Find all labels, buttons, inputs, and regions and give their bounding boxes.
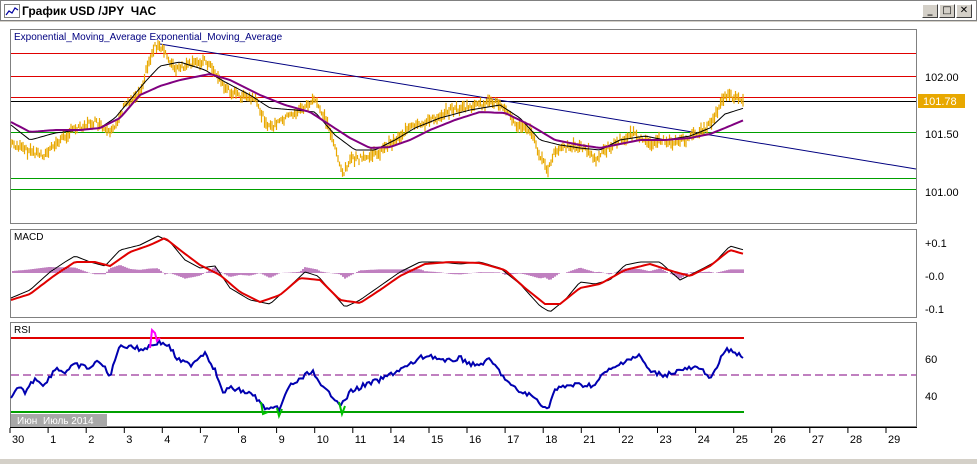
time-tick-label: 7 xyxy=(202,434,208,446)
macd-axis-label: +0.1 xyxy=(925,238,947,250)
chart-icon xyxy=(4,4,20,18)
macd-axis-label: -0.0 xyxy=(925,271,944,283)
price-label: 101.50 xyxy=(925,129,959,141)
time-tick-label: 27 xyxy=(812,434,824,446)
time-tick-label: 10 xyxy=(317,434,329,446)
chart-area[interactable]: Exponential_Moving_Average Exponential_M… xyxy=(0,22,977,459)
maximize-button[interactable]: □ xyxy=(939,4,955,18)
minimize-button[interactable]: _ xyxy=(922,4,938,18)
rsi-axis-label: 40 xyxy=(925,391,937,403)
month-label: Июль 2014 xyxy=(43,416,94,427)
time-tick-label: 4 xyxy=(164,434,170,446)
time-tick-label: 8 xyxy=(241,434,247,446)
time-axis: 30 1 2 3 4 7 8 9 10 11 14 15 16 17 18 21 22 23 24 25 26 27 28 2… xyxy=(9,427,917,446)
close-button[interactable]: ✕ xyxy=(956,4,972,18)
time-tick-label: 23 xyxy=(660,434,672,446)
time-tick-label: 30 xyxy=(12,434,24,446)
price-panel[interactable] xyxy=(10,29,917,224)
indicator-label: Exponential_Moving_Average Exponential_M… xyxy=(14,32,283,43)
rsi-label: RSI xyxy=(14,325,31,336)
month-label: Июн xyxy=(17,416,37,427)
price-label: 102.00 xyxy=(925,72,959,84)
macd-label: MACD xyxy=(14,232,43,243)
time-tick-label: 1 xyxy=(50,434,56,446)
time-tick-label: 3 xyxy=(126,434,132,446)
time-tick-label: 11 xyxy=(355,434,366,446)
time-tick-label: 21 xyxy=(583,434,595,446)
time-tick-label: 16 xyxy=(469,434,481,446)
price-label: 101.00 xyxy=(925,187,959,199)
time-tick-label: 28 xyxy=(850,434,862,446)
window-title: График USD /JPY ЧАС xyxy=(22,4,157,18)
time-tick-label: 22 xyxy=(621,434,633,446)
time-tick-label: 25 xyxy=(736,434,748,446)
chart-window: График USD /JPY ЧАС _ □ ✕ Exponential_Mo… xyxy=(0,0,977,459)
time-tick-label: 29 xyxy=(888,434,900,446)
time-tick-label: 26 xyxy=(774,434,786,446)
time-tick-label: 24 xyxy=(698,434,710,446)
rsi-axis-label: 60 xyxy=(925,354,937,366)
time-tick-label: 2 xyxy=(88,434,94,446)
time-tick-label: 14 xyxy=(393,434,405,446)
chart-canvas[interactable]: Exponential_Moving_Average Exponential_M… xyxy=(0,22,977,459)
time-tick-label: 15 xyxy=(431,434,443,446)
macd-axis-label: -0.1 xyxy=(925,304,944,316)
current-price-value: 101.78 xyxy=(923,96,957,108)
title-bar[interactable]: График USD /JPY ЧАС _ □ ✕ xyxy=(0,0,977,21)
time-tick-label: 18 xyxy=(545,434,557,446)
time-tick-label: 9 xyxy=(279,434,285,446)
time-tick-label: 17 xyxy=(507,434,519,446)
